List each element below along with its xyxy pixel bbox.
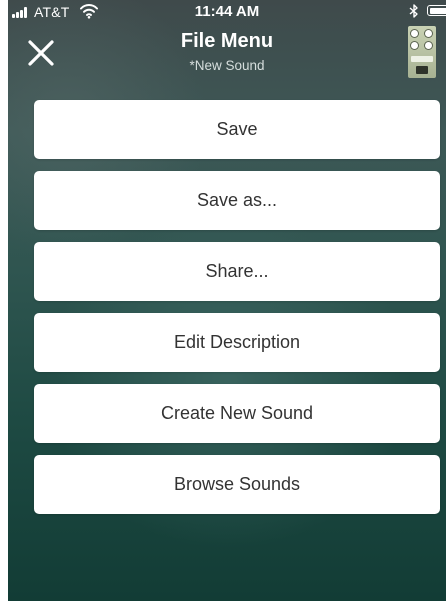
share-button[interactable]: Share...: [34, 242, 440, 301]
edit-description-button[interactable]: Edit Description: [34, 313, 440, 372]
browse-sounds-button[interactable]: Browse Sounds: [34, 455, 440, 514]
save-as-button[interactable]: Save as...: [34, 171, 440, 230]
status-time: 11:44 AM: [194, 3, 260, 20]
sound-name-subtitle: *New Sound: [189, 58, 265, 73]
file-menu-list: Save Save as... Share... Edit Descriptio…: [34, 100, 440, 526]
battery-icon: [427, 5, 446, 16]
page-title: File Menu: [180, 30, 274, 52]
save-button[interactable]: Save: [34, 100, 440, 159]
bluetooth-icon: [409, 4, 418, 18]
file-menu-screen: AT&T 11:44 AM File Menu *New Sound Save: [8, 0, 446, 601]
create-new-sound-button[interactable]: Create New Sound: [34, 384, 440, 443]
status-bar: AT&T 11:44 AM: [8, 0, 446, 22]
pedal-device-icon[interactable]: [408, 26, 436, 78]
